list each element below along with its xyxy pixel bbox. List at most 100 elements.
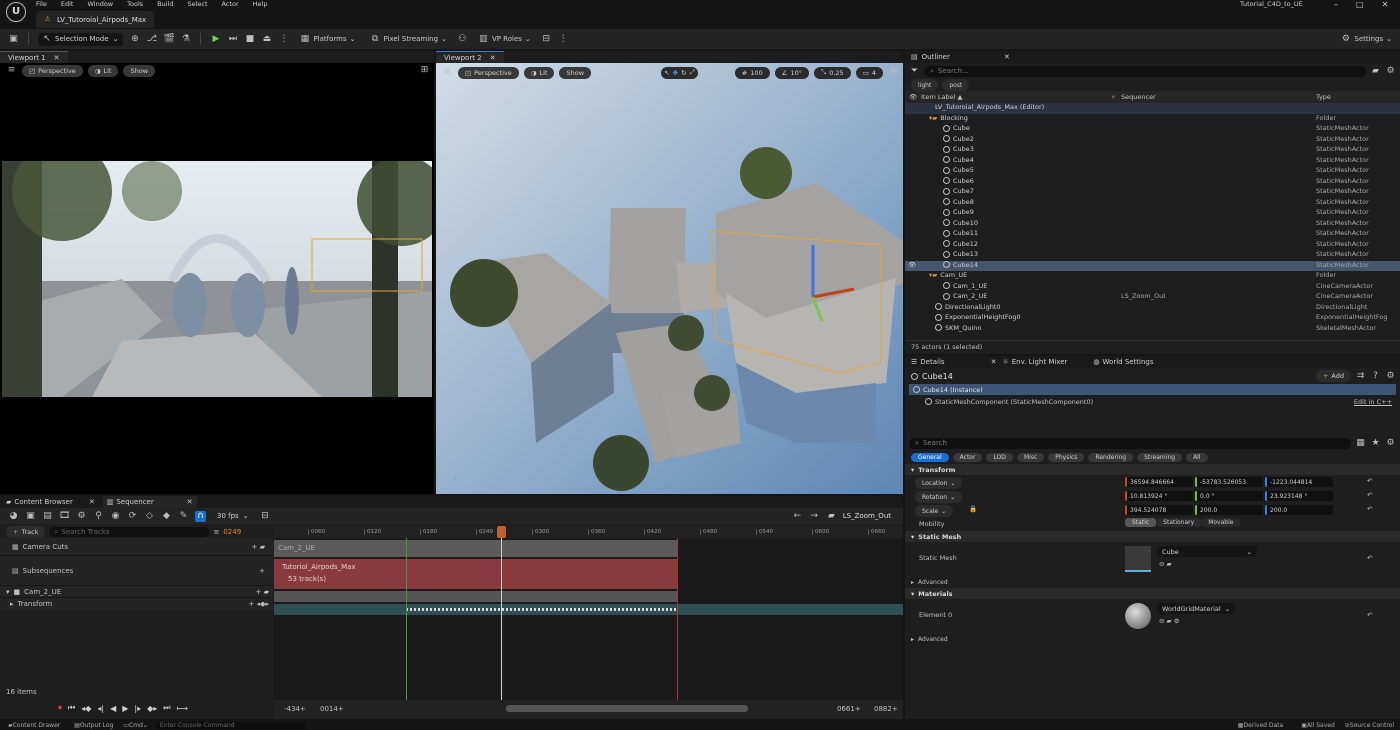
close-icon[interactable]: ✕: [187, 498, 193, 506]
edit-cpp-link[interactable]: Edit in C++: [1354, 398, 1392, 406]
cam-2-section[interactable]: [274, 591, 677, 602]
reset-icon[interactable]: ↶: [1367, 505, 1372, 513]
hamburger-icon[interactable]: ≡: [6, 65, 17, 76]
menu-help[interactable]: Help: [253, 0, 268, 8]
close-icon[interactable]: ✕: [490, 54, 496, 62]
folder-add-icon[interactable]: ▰: [1370, 66, 1381, 77]
tab-world-settings[interactable]: ◍ World Settings: [1093, 358, 1153, 366]
component-row[interactable]: StaticMeshComponent (StaticMeshComponent…: [905, 395, 1400, 408]
close-icon[interactable]: ✕: [89, 498, 95, 506]
tab-details[interactable]: ☰ Details: [911, 358, 945, 366]
view-range-start[interactable]: -434+: [284, 705, 306, 713]
add-icon[interactable]: +: [259, 567, 265, 575]
location-dropdown[interactable]: Location ⌄: [915, 477, 963, 489]
rotation-x[interactable]: 10.813924 °: [1125, 491, 1193, 501]
record-icon[interactable]: ⏺: [58, 703, 62, 713]
add-track-button[interactable]: + Track: [6, 526, 46, 538]
outliner-row[interactable]: Cube2 StaticMeshActor: [905, 135, 1400, 146]
vr-icon[interactable]: ⊟: [541, 34, 552, 45]
jump-start-icon[interactable]: ⏮: [68, 703, 75, 713]
gear-icon[interactable]: ⚙: [1385, 438, 1396, 449]
tab-content-browser[interactable]: ▰ Content Browser: [6, 498, 73, 506]
viewport-1-tab[interactable]: Viewport 1 ✕: [0, 51, 68, 63]
settings-button[interactable]: ⚙ Settings ⌄: [1336, 32, 1396, 46]
outliner-row[interactable]: Cube StaticMeshActor: [905, 124, 1400, 135]
pen-icon[interactable]: ✎: [178, 511, 189, 522]
outliner-row[interactable]: Cube5 StaticMeshActor: [905, 166, 1400, 177]
location-z[interactable]: -1223.044814: [1265, 477, 1333, 487]
browse-icon[interactable]: ⊖ ▰: [1159, 560, 1172, 568]
menu-window[interactable]: Window: [87, 0, 113, 8]
viewport-2-tab[interactable]: Viewport 2 ✕: [436, 51, 504, 63]
close-icon[interactable]: ✕: [1382, 0, 1389, 9]
playback-end-marker[interactable]: [677, 538, 678, 700]
menu-build[interactable]: Build: [157, 0, 173, 8]
skip-icon[interactable]: ⏭: [227, 34, 238, 45]
playhead-handle[interactable]: [497, 526, 506, 538]
location-y[interactable]: -53783.526053: [1195, 477, 1263, 487]
section-transform[interactable]: ▾ Transform: [905, 464, 1400, 475]
outliner-row[interactable]: Cam_2_UE LS_Zoom_Out CineCameraActor: [905, 292, 1400, 303]
tab-env-light-mixer[interactable]: ☼ Env. Light Mixer: [1002, 358, 1067, 366]
fill-icon[interactable]: ◆: [161, 511, 172, 522]
select-tool-icon[interactable]: ↖: [664, 69, 669, 77]
help-icon[interactable]: ?: [1370, 371, 1381, 382]
add-icon[interactable]: + ▰: [256, 588, 269, 596]
multi-user-icon[interactable]: ⚇: [457, 34, 468, 45]
scale-z[interactable]: 200.0: [1265, 505, 1333, 515]
add-key-icon[interactable]: + ◂◆▸: [248, 600, 269, 608]
outliner-row[interactable]: Cube9 StaticMeshActor: [905, 208, 1400, 219]
time-ruler[interactable]: 0060 0120 0180 0249 0300 0360 0420 0480 0540 0600…: [274, 526, 903, 538]
play-reverse-icon[interactable]: ◀: [110, 704, 116, 713]
menu-tools[interactable]: Tools: [127, 0, 143, 8]
playback-range-out[interactable]: 0661+: [837, 705, 861, 713]
material-picker[interactable]: WorldGridMaterial ⌄: [1157, 603, 1236, 614]
loop-icon[interactable]: ⟼: [177, 704, 188, 713]
save-icon[interactable]: ▣: [8, 34, 19, 45]
perspective-button[interactable]: ◰ Perspective: [22, 64, 83, 77]
rotation-dropdown[interactable]: Rotation ⌄: [915, 491, 963, 503]
save-as-icon[interactable]: ▤: [42, 511, 53, 522]
mobility-stationary[interactable]: Stationary: [1156, 518, 1202, 527]
camera-speed-button[interactable]: ▭ 4: [855, 66, 883, 79]
scale-dropdown[interactable]: Scale ⌄: [915, 505, 954, 517]
add-content-icon[interactable]: ⊕: [129, 34, 140, 45]
static-mesh-picker[interactable]: Cube ⌄: [1157, 546, 1257, 557]
reset-icon[interactable]: ↶: [1367, 491, 1372, 499]
render-icon[interactable]: 🎞: [59, 511, 70, 522]
outliner-search-input[interactable]: ⌕ Search...: [924, 65, 1366, 77]
lit-button[interactable]: ◑ Lit: [523, 66, 555, 79]
tab-sequencer[interactable]: ▥ Sequencer ✕: [102, 496, 197, 508]
material-thumbnail[interactable]: [1125, 603, 1151, 629]
outliner-row[interactable]: Cube13 StaticMeshActor: [905, 250, 1400, 261]
pixel-streaming-button[interactable]: ⧉ Pixel Streaming ⌄: [365, 32, 450, 46]
jump-end-icon[interactable]: ⏭: [163, 703, 170, 713]
track-transform[interactable]: ▸ Transform + ◂◆▸: [0, 598, 273, 610]
move-tool-icon[interactable]: ✥: [673, 69, 678, 77]
component-instance-row[interactable]: Cube14 (Instance): [909, 384, 1396, 395]
maximize-viewport-icon[interactable]: ⊞: [888, 67, 899, 78]
viewport-1[interactable]: Viewport 1 ✕ ≡ ◰ Perspective ◑ Lit Show ⊞: [0, 51, 434, 494]
outliner-row[interactable]: ExponentialHeightFog0 ExponentialHeightFo…: [905, 313, 1400, 324]
menu-actor[interactable]: Actor: [222, 0, 239, 8]
menu-edit[interactable]: Edit: [61, 0, 74, 8]
content-drawer-button[interactable]: ▰ Content Drawer: [8, 722, 60, 729]
output-log-button[interactable]: ▤ Output Log: [74, 722, 113, 729]
options-icon[interactable]: ⚙: [76, 511, 87, 522]
keyframes[interactable]: [406, 608, 678, 611]
playback-options-icon[interactable]: ⟳: [127, 511, 138, 522]
eject-icon[interactable]: ⏏: [261, 34, 272, 45]
playhead[interactable]: [501, 526, 502, 700]
rotation-z[interactable]: 23.923148 °: [1265, 491, 1333, 501]
advanced-row[interactable]: ▸ Advanced: [905, 576, 1400, 588]
category-physics[interactable]: Physics: [1048, 452, 1085, 462]
close-icon[interactable]: ✕: [991, 358, 997, 366]
maximize-viewport-icon[interactable]: ⊞: [419, 65, 430, 76]
static-mesh-thumbnail[interactable]: [1125, 546, 1151, 572]
blueprint-icon[interactable]: ⎇: [146, 34, 157, 45]
outliner-row[interactable]: Cube7 StaticMeshActor: [905, 187, 1400, 198]
reset-icon[interactable]: ↶: [1367, 477, 1372, 485]
current-frame-field[interactable]: 0249: [223, 528, 241, 536]
timeline-scrollbar[interactable]: [506, 705, 748, 712]
stop-icon[interactable]: ■: [244, 34, 255, 45]
